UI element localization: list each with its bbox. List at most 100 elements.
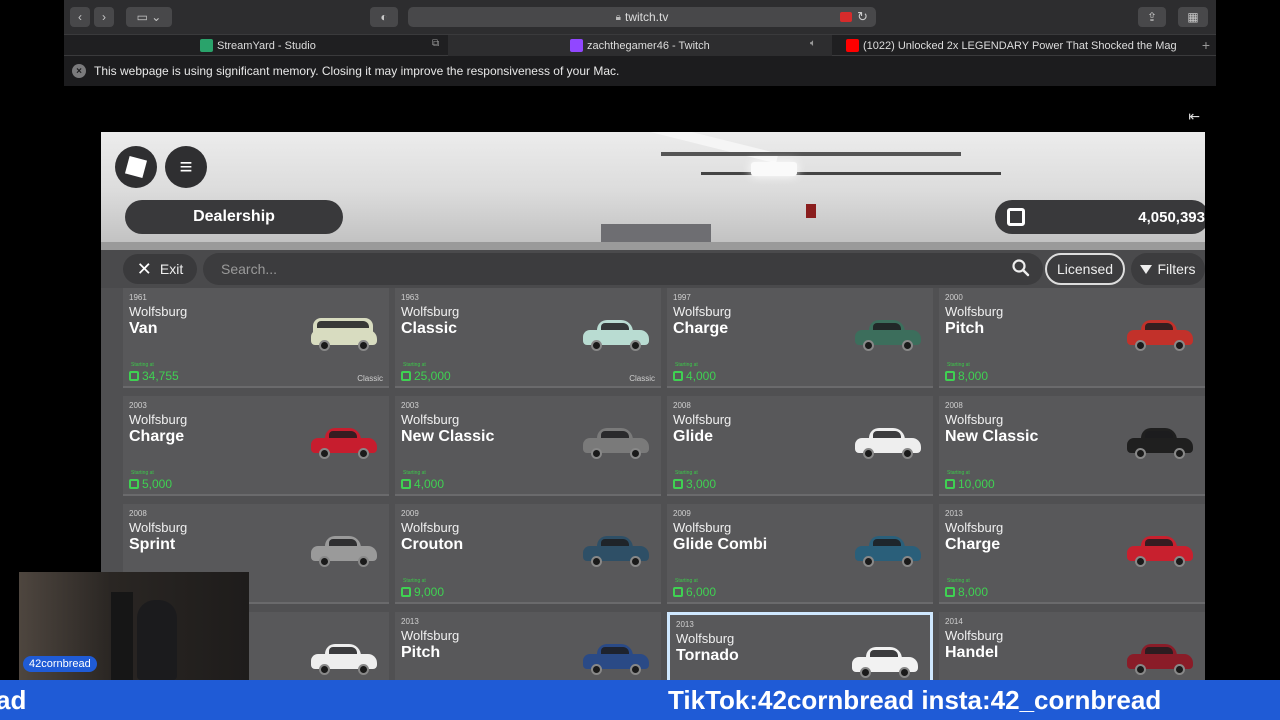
vehicle-card[interactable]: 1961 Wolfsburg Van Starting at 34,755 Classic xyxy=(123,288,389,388)
vehicle-model: Glide xyxy=(673,428,714,445)
roblox-menu-button[interactable] xyxy=(115,146,157,188)
vehicle-make: Wolfsburg xyxy=(673,520,732,535)
vehicle-card[interactable]: 2013 Wolfsburg Tornado xyxy=(667,612,933,680)
vehicle-price: 9,000 xyxy=(401,585,444,599)
privacy-button[interactable]: ◐ xyxy=(370,7,398,27)
dealership-title: Dealership xyxy=(125,200,343,234)
tab-youtube[interactable]: (1022) Unlocked 2x LEGENDARY Power That … xyxy=(846,35,1176,56)
tab-twitch[interactable]: zachthegamer46 - Twitch xyxy=(448,35,832,56)
vehicle-model: Crouton xyxy=(401,536,464,553)
sidebar-icon: ▭ ⌄ xyxy=(136,10,162,24)
close-icon[interactable]: × xyxy=(72,64,86,78)
back-button[interactable]: ‹ xyxy=(70,7,90,27)
car-preview-icon xyxy=(583,318,649,351)
car-preview-icon xyxy=(1127,534,1193,567)
vehicle-card[interactable]: 2008 Wolfsburg Glide Starting at 3,000 xyxy=(667,396,933,496)
vehicle-card[interactable]: 2014 Wolfsburg Handel xyxy=(939,612,1205,680)
vehicle-price: 10,000 xyxy=(945,477,995,491)
vehicle-year: 2014 xyxy=(945,617,963,626)
tab-title: (1022) Unlocked 2x LEGENDARY Power That … xyxy=(863,39,1176,52)
car-preview-icon xyxy=(583,534,649,567)
vehicle-model: Charge xyxy=(673,320,729,337)
vehicle-card[interactable]: 1963 Wolfsburg Classic Starting at 25,000 Cla… xyxy=(395,288,661,388)
vehicle-price: 34,755 xyxy=(129,369,179,383)
starting-at-label: Starting at xyxy=(403,470,426,476)
search-icon[interactable] xyxy=(1011,258,1031,278)
car-preview-icon xyxy=(855,534,921,567)
vehicle-year: 2009 xyxy=(401,509,419,518)
car-preview-icon xyxy=(311,426,377,459)
vehicle-year: 2003 xyxy=(129,401,147,410)
youtube-icon xyxy=(846,39,859,52)
vehicle-card[interactable]: 2009 Wolfsburg Glide Combi Starting at 6,000 xyxy=(667,504,933,604)
vehicle-model: Van xyxy=(129,320,158,337)
vehicle-card[interactable]: 2013 Wolfsburg Pitch xyxy=(395,612,661,680)
starting-at-label: Starting at xyxy=(947,470,970,476)
vehicle-make: Wolfsburg xyxy=(129,304,188,319)
car-preview-icon xyxy=(583,642,649,675)
vehicle-price-value: 8,000 xyxy=(958,369,989,383)
game-view: ≡ Dealership 4,050,393 ✕ Exit Search... … xyxy=(101,132,1205,680)
vehicle-year: 1997 xyxy=(673,293,691,302)
collapse-icon[interactable]: ⇤ xyxy=(1188,108,1200,125)
forward-button[interactable]: › xyxy=(94,7,114,27)
vehicle-tag: Classic xyxy=(629,374,655,383)
currency-icon xyxy=(945,371,955,381)
balance-value: 4,050,393 xyxy=(1138,208,1205,226)
vehicle-year: 2003 xyxy=(401,401,419,410)
vehicle-model: Handel xyxy=(945,644,999,661)
tab-streamyard[interactable]: StreamYard - Studio xyxy=(200,35,450,56)
chevron-right-icon: › xyxy=(102,10,106,24)
licensed-toggle[interactable]: Licensed xyxy=(1045,253,1125,285)
vehicle-model: New Classic xyxy=(945,428,1039,445)
stream-ticker: ad TikTok:42cornbread insta:42_cornbread xyxy=(0,680,1280,720)
vehicle-model: Classic xyxy=(401,320,458,337)
vehicle-price-value: 5,000 xyxy=(142,477,173,491)
currency-icon xyxy=(129,371,139,381)
currency-icon xyxy=(945,587,955,597)
vehicle-price-value: 4,000 xyxy=(686,369,717,383)
share-button[interactable]: ⇪ xyxy=(1138,7,1166,27)
vehicle-card[interactable]: 2008 Wolfsburg New Classic Starting at 10,00… xyxy=(939,396,1205,496)
vehicle-make: Wolfsburg xyxy=(676,631,735,646)
vehicle-model: Pitch xyxy=(945,320,985,337)
reload-icon[interactable]: ↻ xyxy=(857,9,868,25)
vehicle-card[interactable]: 2003 Wolfsburg New Classic Starting at 4,000 xyxy=(395,396,661,496)
filters-label: Filters xyxy=(1157,261,1196,277)
vehicle-make: Wolfsburg xyxy=(129,520,188,535)
vehicle-card[interactable]: 2000 Wolfsburg Pitch Starting at 8,000 xyxy=(939,288,1205,388)
tab-group-icon: ⧉ xyxy=(432,38,440,49)
streamer-name-badge: 42cornbread xyxy=(23,656,97,672)
filters-button[interactable]: Filters xyxy=(1131,253,1205,285)
vehicle-year: 2013 xyxy=(945,509,963,518)
starting-at-label: Starting at xyxy=(947,578,970,584)
vehicle-model: Charge xyxy=(129,428,185,445)
vehicle-card[interactable]: 2003 Wolfsburg Charge Starting at 5,000 xyxy=(123,396,389,496)
ceiling-lamp xyxy=(751,162,797,176)
vehicle-price-value: 3,000 xyxy=(686,477,717,491)
currency-icon xyxy=(673,371,683,381)
vehicle-make: Wolfsburg xyxy=(673,412,732,427)
vehicle-make: Wolfsburg xyxy=(401,628,460,643)
starting-at-label: Starting at xyxy=(675,362,698,368)
vehicle-card[interactable]: 2013 Wolfsburg Charge Starting at 8,000 xyxy=(939,504,1205,604)
tab-title: StreamYard - Studio xyxy=(217,39,316,52)
car-preview-icon xyxy=(1127,318,1193,351)
address-bar[interactable]: 🔒︎ twitch.tv ↻ xyxy=(408,7,876,27)
new-tab-button[interactable]: + xyxy=(1202,37,1210,53)
sidebar-button[interactable]: ▭ ⌄ xyxy=(126,7,172,27)
vehicle-card[interactable]: 1997 Wolfsburg Charge Starting at 4,000 xyxy=(667,288,933,388)
vehicle-make: Wolfsburg xyxy=(673,304,732,319)
hamburger-button[interactable]: ≡ xyxy=(165,146,207,188)
exit-button[interactable]: ✕ Exit xyxy=(123,254,197,284)
currency-icon xyxy=(1007,208,1025,226)
currency-icon xyxy=(401,587,411,597)
tab-overview-button[interactable]: ▦ xyxy=(1178,7,1208,27)
search-input[interactable]: Search... xyxy=(203,253,1043,285)
close-icon: ✕ xyxy=(136,258,152,279)
vehicle-make: Wolfsburg xyxy=(945,520,1004,535)
vehicle-card[interactable]: 2009 Wolfsburg Crouton Starting at 9,000 xyxy=(395,504,661,604)
speaker-icon[interactable]: 🔈︎ xyxy=(810,38,816,49)
vehicle-model: Sprint xyxy=(129,536,176,553)
grid-icon: ▦ xyxy=(1187,10,1199,24)
